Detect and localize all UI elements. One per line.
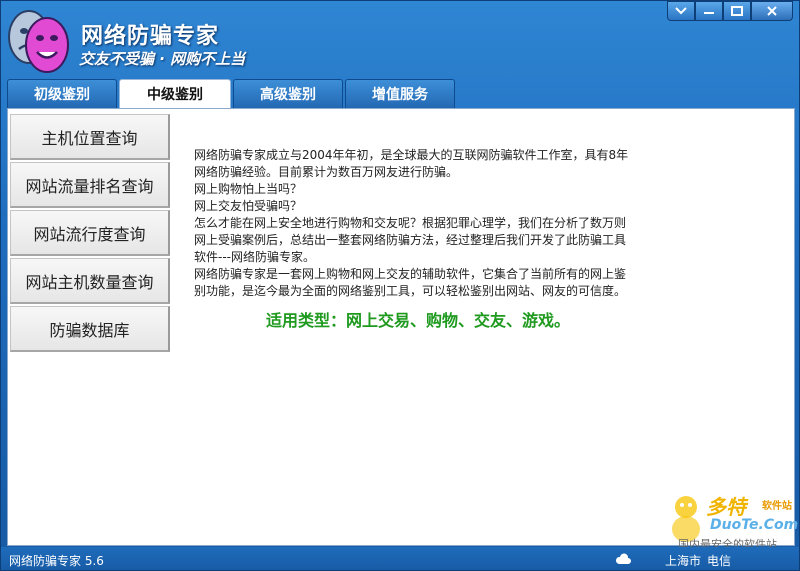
app-window: 网络防骗专家 交友不受骗 · 网购不上当 初级鉴别 中级鉴别 高级鉴别 增值服务… [0, 0, 800, 571]
tab-intermediate[interactable]: 中级鉴别 [119, 79, 231, 108]
tab-basic[interactable]: 初级鉴别 [7, 79, 117, 108]
location-text: 上海市 [664, 554, 701, 568]
description-line: 网络防骗经验。目前累计为数百万网友进行防骗。 [194, 165, 459, 179]
description-line: 网上交友怕受骗吗？ [194, 199, 303, 213]
logo-mask-icon [8, 10, 69, 73]
tab-bar: 初级鉴别 中级鉴别 高级鉴别 增值服务 [7, 79, 457, 108]
version-text: 网络防骗专家 5.6 [9, 554, 104, 568]
status-bar: 网络防骗专家 5.6 上海市 电信 [1, 547, 799, 570]
menu-icon[interactable] [667, 1, 695, 21]
maximize-icon[interactable] [723, 1, 751, 21]
fraud-database-button[interactable]: 防骗数据库 [10, 306, 170, 352]
isp-text: 电信 [706, 554, 731, 568]
description-line: 网络防骗专家是一套网上购物和网上交友的辅助软件，它集合了当前所有的网上鉴 [194, 267, 627, 281]
watermark-domain: DuoTe.Com [710, 517, 799, 533]
description-line: 网上购物怕上当吗？ [194, 182, 303, 196]
usage-types: 适用类型：网上交易、购物、交友、游戏。 [266, 311, 571, 330]
window-controls [667, 1, 793, 21]
description-line: 网络防骗专家成立与2004年年初，是全球最大的互联网防骗软件工作室，具有8年 [194, 148, 629, 162]
content-panel: 主机位置查询 网站流量排名查询 网站流行度查询 网站主机数量查询 防骗数据库 网… [7, 108, 799, 551]
description-text: 网络防骗专家成立与2004年年初，是全球最大的互联网防骗软件工作室，具有8年 网… [194, 147, 634, 300]
host-location-button[interactable]: 主机位置查询 [10, 114, 170, 160]
tab-advanced[interactable]: 高级鉴别 [233, 79, 343, 108]
close-icon[interactable] [751, 1, 793, 21]
host-count-button[interactable]: 网站主机数量查询 [10, 258, 170, 304]
cloud-icon [615, 553, 631, 564]
description-line: 别功能，是迄今最为全面的网络鉴别工具，可以轻松鉴别出网站、网友的可信度。 [194, 284, 627, 298]
popularity-button[interactable]: 网站流行度查询 [10, 210, 170, 256]
description-line: 怎么才能在网上安全地进行购物和交友呢？根据犯罪心理学，我们在分析了数万则 [194, 216, 627, 230]
traffic-rank-button[interactable]: 网站流量排名查询 [10, 162, 170, 208]
app-title: 网络防骗专家 [81, 24, 220, 49]
description-line: 网上受骗案例后，总结出一整套网络防骗方法，经过整理后我们开发了此防骗工具 [194, 233, 627, 247]
app-slogan: 交友不受骗 · 网购不上当 [79, 50, 246, 68]
description-line: 软件---网络防骗专家。 [194, 250, 315, 264]
side-menu: 主机位置查询 网站流量排名查询 网站流行度查询 网站主机数量查询 防骗数据库 [10, 114, 172, 354]
watermark-brand: 多特 [706, 495, 746, 519]
tab-value-added[interactable]: 增值服务 [345, 79, 455, 108]
title-bar[interactable]: 网络防骗专家 交友不受骗 · 网购不上当 [1, 1, 799, 79]
watermark-brand-sub: 软件站 [762, 501, 792, 512]
minimize-icon[interactable] [695, 1, 723, 21]
